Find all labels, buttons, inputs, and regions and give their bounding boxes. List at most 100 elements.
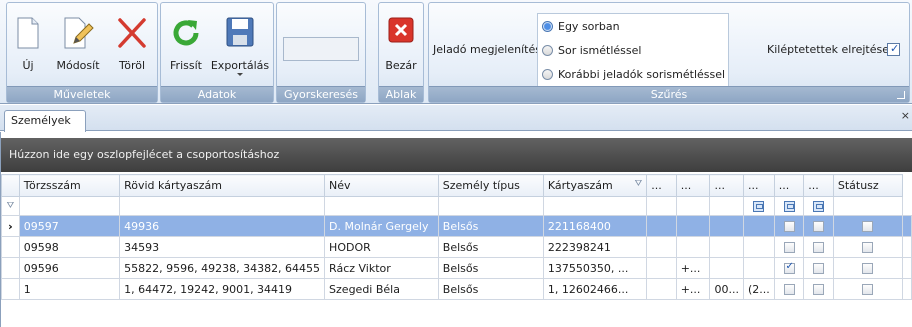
filter-cell[interactable] [324,196,439,216]
cell-nev[interactable]: D. Molnár Gergely [324,215,439,237]
col-header-extra-3[interactable]: ... [709,174,744,197]
radio-icon[interactable] [542,44,553,56]
cell-checkbox[interactable] [803,257,834,279]
cell-szemely-tipus[interactable]: Belsős [437,278,544,300]
cell-extra-1[interactable] [646,215,677,237]
checkbox-icon[interactable] [813,221,825,232]
cell-extra-1[interactable] [646,236,677,258]
checkbox-icon[interactable] [783,221,795,232]
radio-egy-sorban[interactable]: Egy sorban [542,16,620,36]
filter-cell[interactable] [542,196,648,216]
cell-rovid-kartyaszam[interactable]: 1, 64472, 19242, 9001, 34419 [119,278,326,300]
table-row[interactable]: 09596 55822, 9596, 49238, 34382, 64455 Rác… [1,257,912,279]
radio-korabbi-jeladok[interactable]: Korábbi jeladók sorismétléssel [542,64,725,84]
cell-checkbox[interactable] [773,236,805,258]
col-header-extra-6[interactable]: ... [803,174,834,197]
cell-kartyaszam[interactable]: 221168400 [542,215,648,237]
tab-szemelyek[interactable]: Személyek [4,110,86,132]
refresh-button[interactable]: Frissít [165,7,207,81]
cell-extra-2[interactable]: +... [675,257,711,279]
cell-kartyaszam[interactable]: 137550350, ... [542,257,648,279]
cell-checkbox[interactable] [832,278,904,300]
col-header-rovid-kartyaszam[interactable]: Rövid kártyaszám [119,174,326,197]
close-window-button[interactable]: Bezár [381,7,421,81]
cell-kartyaszam[interactable]: 1, 12602466... [542,278,648,300]
cell-checkbox[interactable] [773,257,805,279]
dialog-launcher-icon[interactable] [897,91,905,99]
cell-rovid-kartyaszam[interactable]: 34593 [119,236,326,258]
new-button[interactable]: Új [11,7,45,81]
cell-extra-3[interactable] [709,257,744,279]
filter-cell[interactable] [773,196,805,216]
cell-checkbox[interactable] [803,236,834,258]
radio-sor-ismetlessel[interactable]: Sor ismétléssel [542,40,641,60]
cell-statusz[interactable] [902,236,912,258]
col-header-statusz[interactable]: Státusz [832,174,904,197]
cell-checkbox[interactable] [803,215,834,237]
filter-checkbox-icon[interactable] [753,201,765,212]
filter-cell[interactable] [742,196,775,216]
checkbox-icon[interactable] [813,284,825,295]
col-header-kartyaszam[interactable]: Kártyaszám ⛛ [542,174,648,197]
checkbox-icon[interactable] [862,221,874,232]
export-button[interactable]: Exportálás [209,7,271,81]
col-header-extra-2[interactable]: ... [675,174,711,197]
checkbox-icon[interactable] [862,284,874,295]
col-header-extra-5[interactable]: ... [773,174,805,197]
col-header-szemely-tipus[interactable]: Személy típus [437,174,544,197]
checkbox-icon[interactable] [783,242,795,253]
delete-button[interactable]: Töröl [111,7,153,81]
cell-statusz[interactable] [902,257,912,279]
kileptetettek-checkbox[interactable]: ✓ [887,42,900,56]
checkbox-icon[interactable] [813,242,825,253]
cell-checkbox[interactable] [832,215,904,237]
cell-nev[interactable]: HODOR [324,236,439,258]
cell-extra-4[interactable]: (2... [742,278,775,300]
radio-icon[interactable] [542,68,553,80]
cell-extra-2[interactable] [675,236,711,258]
cell-szemely-tipus[interactable]: Belsős [437,236,544,258]
filter-cell[interactable] [832,196,904,216]
table-row[interactable]: 09598 34593 HODOR Belsős 222398241 [1,236,912,258]
dropdown-arrow-icon[interactable] [237,73,243,76]
cell-checkbox[interactable] [773,215,805,237]
col-header-extra-4[interactable]: ... [742,174,775,197]
cell-checkbox[interactable] [832,236,904,258]
cell-extra-4[interactable] [742,236,775,258]
cell-extra-1[interactable] [646,278,677,300]
cell-extra-3[interactable] [709,236,744,258]
filter-cell[interactable] [803,196,834,216]
checkbox-icon[interactable] [813,263,825,274]
cell-extra-2[interactable]: +... [675,278,711,300]
cell-extra-4[interactable] [742,215,775,237]
tab-close-icon[interactable]: × [901,109,910,122]
cell-szemely-tipus[interactable]: Belsős [437,215,544,237]
cell-torzsszam[interactable]: 09598 [18,236,121,258]
table-row[interactable]: 1 1, 64472, 19242, 9001, 34419 Szegedi Bél… [1,278,912,300]
cell-extra-2[interactable] [675,215,711,237]
filter-checkbox-icon[interactable] [783,201,795,212]
checkbox-checked-icon[interactable] [783,261,795,274]
quick-search-input[interactable] [283,37,359,61]
cell-extra-1[interactable] [646,257,677,279]
cell-szemely-tipus[interactable]: Belsős [437,257,544,279]
col-header-extra-1[interactable]: ... [646,174,677,197]
group-by-panel[interactable]: Húzzon ide egy oszlopfejlécet a csoporto… [1,138,912,172]
filter-cell[interactable] [675,196,711,216]
cell-nev[interactable]: Rácz Viktor [324,257,439,279]
cell-torzsszam[interactable]: 1 [18,278,121,300]
filter-funnel-icon[interactable]: ⛛ [635,179,643,189]
col-header-torzsszam[interactable]: Törzsszám [18,174,121,197]
table-row[interactable]: › 09597 49936 D. Molnár Gergely Belsős 221168… [1,215,912,237]
checkbox-icon[interactable] [862,242,874,253]
cell-rovid-kartyaszam[interactable]: 55822, 9596, 49238, 34382, 64455 [119,257,326,279]
col-header-nev[interactable]: Név [324,174,439,197]
filter-cell[interactable] [437,196,544,216]
checkbox-icon[interactable] [783,284,795,295]
filter-cell[interactable] [119,196,326,216]
filter-cell[interactable] [709,196,744,216]
cell-kartyaszam[interactable]: 222398241 [542,236,648,258]
cell-extra-3[interactable]: 00... [709,278,744,300]
cell-statusz[interactable] [902,215,912,237]
cell-extra-4[interactable] [742,257,775,279]
